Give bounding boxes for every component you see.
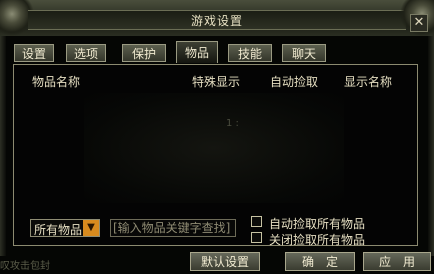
frame-right	[428, 36, 434, 256]
ok-button[interactable]: 确 定	[285, 252, 355, 271]
window-title: 游戏设置	[190, 14, 243, 28]
item-list-panel: 物品名称 特殊显示 自动捡取 显示名称 1 : 所有物品 ▼ [输入物品关键字查…	[13, 64, 418, 247]
frame-left	[0, 36, 6, 256]
column-auto-pickup: 自动捡取	[270, 75, 319, 89]
auto-pickup-all-label: 自动捡取所有物品	[269, 217, 366, 231]
tab-protection[interactable]: 保护	[122, 44, 166, 62]
category-select-value: 所有物品	[34, 223, 83, 237]
item-search-input[interactable]: [输入物品关键字查找]	[110, 219, 236, 237]
apply-button[interactable]: 应 用	[363, 252, 431, 271]
game-settings-window: 游戏设置 ✕ 设置 选项 保护 物品 技能 聊天 物品名称 特殊显示 自动捡取 …	[0, 0, 434, 274]
category-select[interactable]: 所有物品 ▼	[30, 219, 100, 237]
column-item-name: 物品名称	[32, 75, 81, 89]
column-special-display: 特殊显示	[192, 75, 241, 89]
list-center-mark: 1 :	[226, 118, 239, 129]
default-settings-button[interactable]: 默认设置	[190, 252, 260, 271]
tab-skills[interactable]: 技能	[228, 44, 272, 62]
tab-items[interactable]: 物品	[176, 41, 218, 63]
tab-chat[interactable]: 聊天	[282, 44, 326, 62]
panel-background	[84, 93, 344, 203]
close-pickup-all-checkbox[interactable]	[251, 232, 262, 243]
background-chat-text: 叹攻击包封	[0, 261, 50, 272]
chevron-down-icon[interactable]: ▼	[83, 220, 99, 236]
column-show-name: 显示名称	[344, 75, 393, 89]
close-icon[interactable]: ✕	[410, 14, 428, 32]
tab-settings[interactable]: 设置	[14, 44, 54, 62]
auto-pickup-all-checkbox[interactable]	[251, 216, 262, 227]
close-pickup-all-label: 关闭捡取所有物品	[269, 233, 366, 247]
tab-options[interactable]: 选项	[66, 44, 106, 62]
title-bar[interactable]: 游戏设置 ✕	[0, 0, 434, 36]
